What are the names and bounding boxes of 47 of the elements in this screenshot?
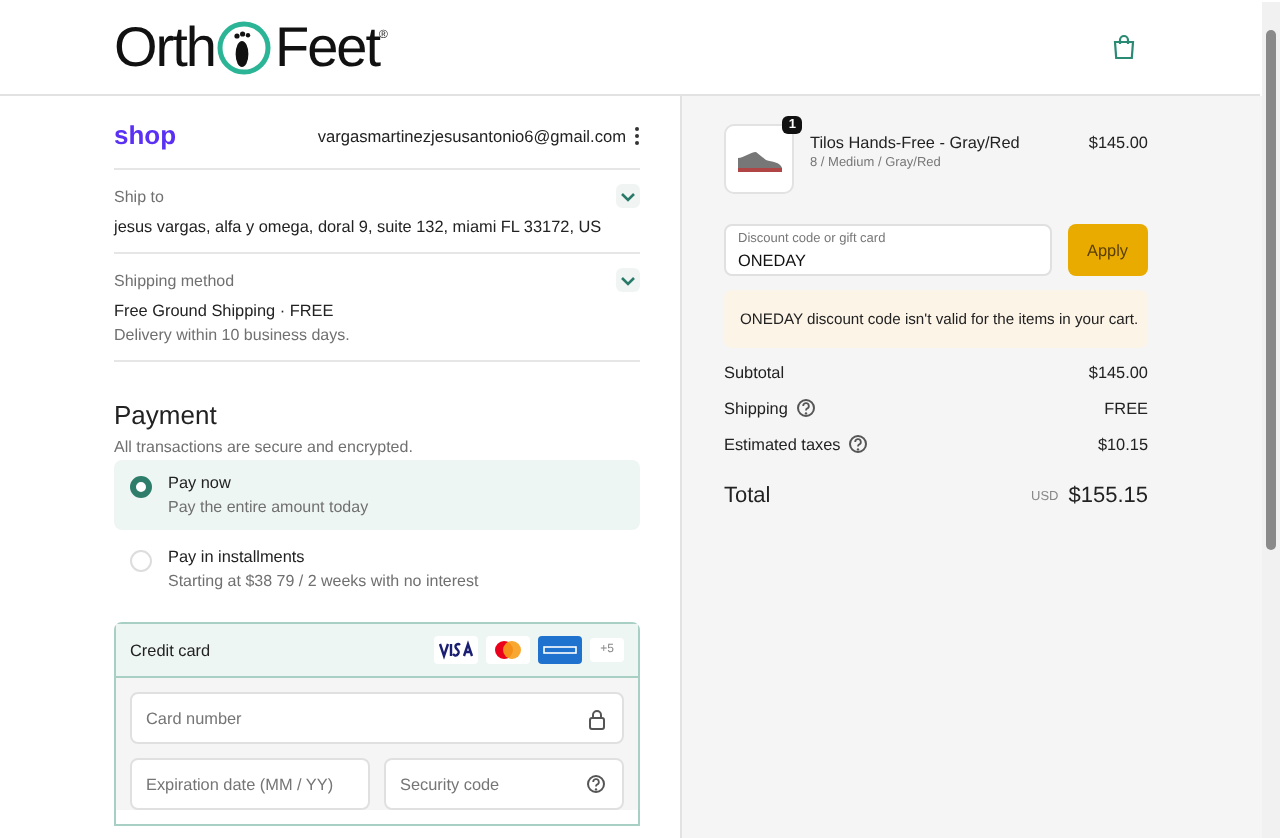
section-subtitle: All transactions are secure and encrypted. [114,438,415,456]
foot-in-circle-icon [216,19,273,75]
section-label: Ship to [114,187,164,205]
expand-button[interactable] [616,184,640,208]
card-input-field[interactable]: Expiration date (MM / YY) [130,758,370,810]
product-price: $145.00 [1088,132,1148,152]
radio-button[interactable] [130,476,152,498]
section-label: Shipping method [114,271,235,289]
amex-card-icon [538,636,583,664]
visa-card-icon [434,636,479,664]
product-name: Tilos Hands-Free - Gray/Red [810,134,1022,152]
mastercard-icon [486,636,531,664]
summary-label: Shipping [724,399,788,417]
padlock-icon [588,708,606,730]
summary-value: $145.00 [1088,364,1148,382]
shop-logo: shop [114,120,177,150]
option-detail: Starting at $38 79 / 2 weeks with no interest [168,572,479,590]
summary-label: Subtotal [724,364,785,382]
section-value: Free Ground Shipping · FREE [114,302,336,320]
card-input-field[interactable]: Card number [130,692,624,744]
summary-value: FREE [1104,399,1148,417]
option-label: Pay now [168,474,233,492]
total-label: Total [724,484,771,508]
total-amount: $155.15 [1068,484,1148,508]
logo-text: Orth [114,17,215,77]
option-label: Pay in installments [168,548,307,566]
expand-button[interactable] [616,268,640,292]
apply-button[interactable]: Apply [1067,224,1148,276]
payment-method-label: Credit card [130,641,211,659]
help-icon [848,434,869,454]
help-icon [586,774,606,794]
section-note: Delivery within 10 business days. [114,326,352,344]
summary-value: $10.15 [1097,435,1148,453]
logo-text: Feet [274,17,379,77]
option-detail: Pay the entire amount today [168,498,369,516]
help-icon [795,398,816,418]
section-heading: Payment [114,400,219,430]
account-email: vargasmartinezjesusantonio6@gmail.com [317,125,626,145]
cart-button[interactable] [1108,30,1140,64]
shopping-bag-icon [1112,34,1136,60]
vertical-dots-icon [634,125,640,145]
more-menu-button[interactable] [634,125,640,145]
card-input-field[interactable]: Security code [384,758,624,810]
payment-option[interactable]: Pay in installments Starting at $38 79 / 2 weeks with no interest [114,534,640,604]
summary-label: Estimated taxes [724,435,841,453]
section-value: jesus vargas, alfa y omega, doral 9, suite 132, miami FL 33172, US [114,218,604,236]
payment-option[interactable]: Pay now Pay the entire amount today [114,460,640,530]
